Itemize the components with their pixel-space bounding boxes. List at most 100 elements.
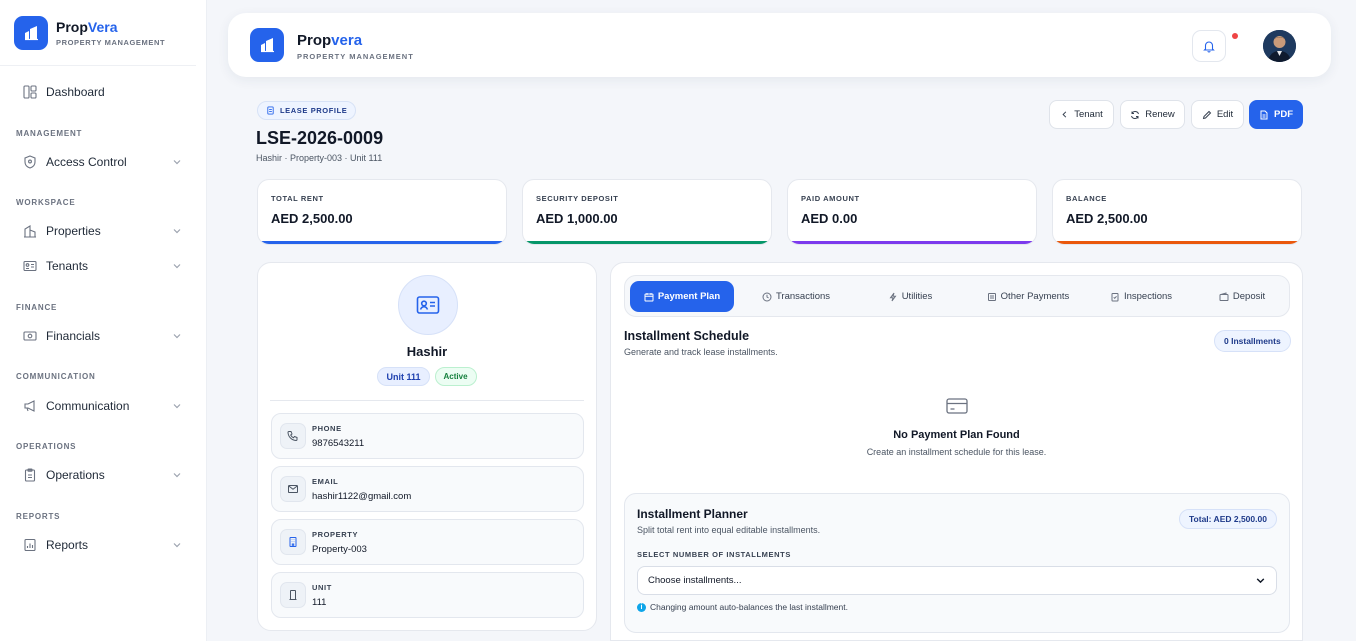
renew-button[interactable]: Renew [1120,100,1185,129]
tab-other-payments[interactable]: Other Payments [966,281,1090,312]
stat-value: AED 1,000.00 [536,211,618,226]
avatar[interactable] [1263,30,1296,62]
select-label: SELECT NUMBER OF INSTALLMENTS [637,550,791,559]
edit-button[interactable]: Edit [1191,100,1244,129]
hint-text: i Changing amount auto-balances the last… [637,602,848,612]
lease-subtitle: Hashir · Property-003 · Unit 111 [256,153,383,163]
notifications-button[interactable] [1192,30,1226,62]
receipt-icon [987,292,1001,302]
tab-utilities[interactable]: Utilities [858,281,962,312]
divider [270,400,584,401]
tab-label: Other Payments [1000,291,1070,302]
header-brand-subtitle: PROPERTY MANAGEMENT [297,52,414,61]
empty-state-subtitle: Create an installment schedule for this … [866,447,1047,457]
stat-value: AED 0.00 [801,211,858,226]
notification-dot [1232,33,1238,39]
header-brand-name: Propvera [297,32,363,49]
info-row-unit: UNIT 111 [271,572,584,618]
chevron-down-icon [172,401,182,411]
sidebar-item-financials[interactable]: Financials [14,321,190,351]
info-value: hashir1122@gmail.com [312,491,412,502]
sidebar-brand[interactable]: PropVera PROPERTY MANAGEMENT [0,0,196,66]
sidebar-item-reports[interactable]: Reports [14,530,190,560]
info-value: 111 [312,597,327,608]
status-badge: Active [434,367,477,386]
sidebar-item-communication[interactable]: Communication [14,391,190,421]
chevron-down-icon [1255,575,1266,586]
page-title: LSE-2026-0009 [256,128,384,148]
tab-transactions[interactable]: Transactions [744,281,848,312]
tab-payment-plan[interactable]: Payment Plan [630,281,734,312]
id-card-icon [22,258,38,274]
section-subtitle: Generate and track lease installments. [624,347,778,357]
stat-label: SECURITY DEPOSIT [536,194,619,203]
sidebar-item-dashboard[interactable]: Dashboard [14,77,190,107]
stat-accent-bar [523,241,771,244]
building-icon [22,223,38,239]
building-logo-icon [14,15,48,50]
info-row-email: EMAIL hashir1122@gmail.com [271,466,584,512]
sidebar-item-label: Financials [46,329,101,343]
chevron-down-icon [172,261,182,271]
info-row-phone: PHONE 9876543211 [271,413,584,459]
wallet-icon [1219,291,1233,302]
document-icon [266,106,280,115]
info-value: Property-003 [312,544,367,555]
pencil-icon [1202,110,1217,120]
total-badge: Total: AED 2,500.00 [1179,509,1277,529]
tab-deposit[interactable]: Deposit [1190,281,1294,312]
pdf-button[interactable]: PDF [1249,100,1303,129]
tab-label: Payment Plan [657,291,721,302]
bell-icon [1202,39,1216,53]
info-label: EMAIL [312,477,339,486]
info-row-property: PROPERTY Property-003 [271,519,584,565]
clipboard-check-icon [1110,292,1124,302]
lease-detail-panel: Payment Plan Transactions Utilities Othe… [610,262,1303,641]
tab-inspections[interactable]: Inspections [1089,281,1193,312]
top-header: Propvera PROPERTY MANAGEMENT [228,13,1331,77]
stat-card-total-rent: TOTAL RENT AED 2,500.00 [257,179,507,245]
sidebar-item-label: Access Control [46,155,127,169]
tab-label: Inspections [1123,291,1173,302]
megaphone-icon [22,398,38,414]
nav-section-finance: FINANCE [16,303,58,312]
tenant-button[interactable]: Tenant [1049,100,1114,129]
tab-bar: Payment Plan Transactions Utilities Othe… [624,275,1290,317]
planner-subtitle: Split total rent into equal editable ins… [637,525,821,535]
tab-label: Utilities [901,291,933,302]
info-icon: i [637,602,646,612]
cash-icon [22,328,38,344]
sidebar-item-access-control[interactable]: Access Control [14,147,190,177]
clock-icon [762,292,776,302]
clipboard-icon [22,467,38,483]
installments-select[interactable]: Choose installments... [637,566,1277,595]
nav-section-communication: COMMUNICATION [16,372,96,381]
tenant-button-label: Tenant [1074,109,1103,120]
sidebar-item-tenants[interactable]: Tenants [14,251,190,281]
sidebar-brand-subtitle: PROPERTY MANAGEMENT [56,37,166,47]
nav-section-workspace: WORKSPACE [16,198,76,207]
door-icon [280,582,306,608]
stat-accent-bar [788,241,1036,244]
chevron-left-icon [1060,110,1074,119]
sidebar-item-label: Properties [46,224,101,238]
tab-label: Deposit [1232,291,1266,302]
sidebar-item-label: Communication [46,399,130,413]
stat-card-security-deposit: SECURITY DEPOSIT AED 1,000.00 [522,179,772,245]
sidebar-item-properties[interactable]: Properties [14,216,190,246]
chevron-down-icon [172,540,182,550]
nav-section-operations: OPERATIONS [16,442,77,451]
building-logo-icon[interactable] [250,28,284,62]
mail-icon [280,476,306,502]
installments-count-badge: 0 Installments [1214,330,1291,352]
sidebar-item-operations[interactable]: Operations [14,460,190,490]
tenant-profile-card: Hashir Unit 111 Active PHONE 9876543211 … [257,262,597,631]
tenant-name: Hashir [406,344,448,359]
nav-section-reports: REPORTS [16,512,61,521]
info-label: UNIT [312,583,332,592]
chevron-down-icon [172,470,182,480]
tenant-id-card-icon [398,275,458,335]
info-label: PROPERTY [312,530,359,539]
credit-card-icon [946,397,968,415]
stat-accent-bar [258,241,506,244]
